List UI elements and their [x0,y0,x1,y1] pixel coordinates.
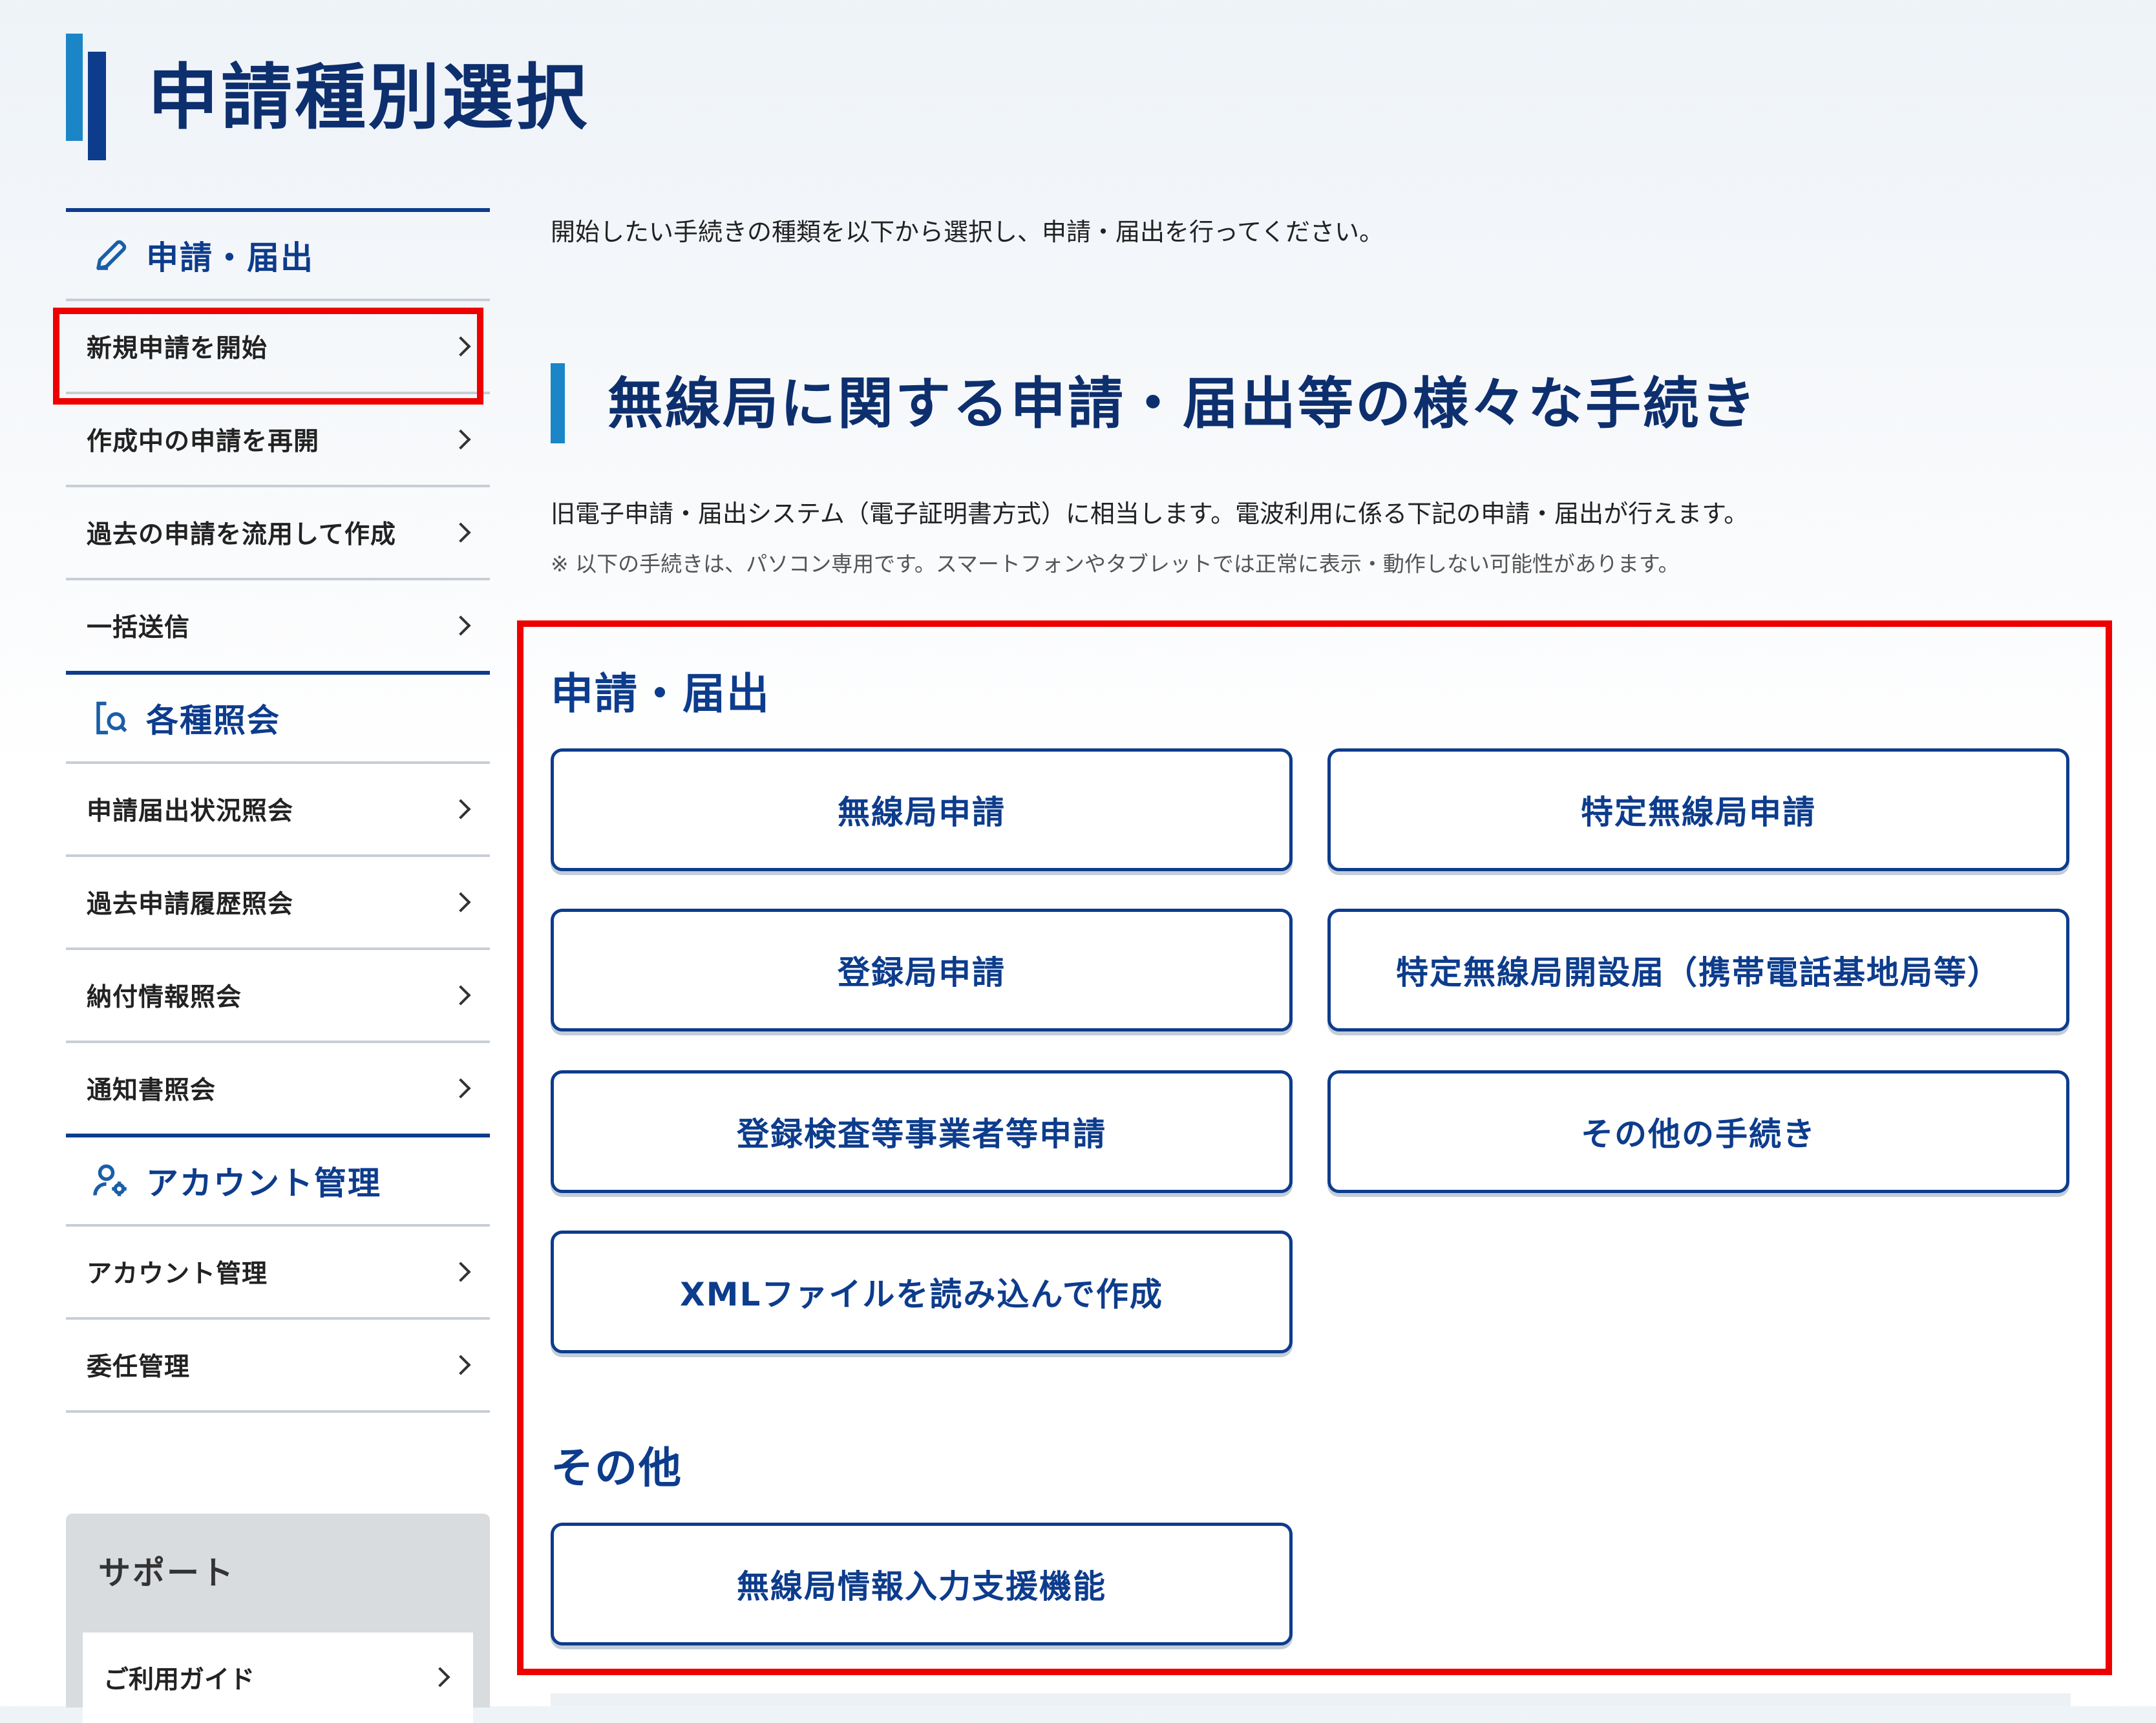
user-gear-icon [93,1164,127,1196]
chevron-right-icon [450,429,471,450]
sidebar-section-label: 申請・届出 [146,239,314,277]
sidebar-item-status-inquiry[interactable]: 申請届出状況照会 [66,761,490,854]
sidebar-item-label: 作成中の申請を再開 [87,427,320,456]
sidebar-section-label: 各種照会 [146,702,280,739]
section-heading: 無線局に関する申請・届出等の様々な手続き [608,372,1758,436]
pencil-icon [96,240,127,270]
highlight-box-new-application [53,308,483,405]
chevron-right-icon [450,1262,471,1282]
sidebar-item-label: 申請届出状況照会 [87,797,294,826]
document-search-icon [96,701,127,735]
chevron-right-icon [450,892,471,913]
pc-only-note: ※ 以下の手続きは、パソコン専用です。スマートフォンやタブレットでは正常に表示・… [551,551,1680,576]
sidebar-item-label: 過去の申請を流用して作成 [87,520,396,549]
page-title: 申請種別選択 [147,56,589,139]
sidebar-item-notice-inquiry[interactable]: 通知書照会 [66,1041,490,1134]
support-title: サポート [98,1554,235,1592]
title-accent-bar [66,34,83,141]
sidebar-item-label: ご利用ガイド [103,1665,255,1695]
chevron-right-icon [450,799,471,819]
sidebar-item-user-guide[interactable]: ご利用ガイド [83,1633,473,1723]
title-accent-bar-dark [88,52,106,160]
bottom-divider [551,1693,2071,1706]
heading-accent-bar [551,363,565,443]
intro-text: 開始したい手続きの種類を以下から選択し、申請・届出を行ってください。 [551,218,1384,246]
chevron-right-icon [430,1667,450,1687]
sidebar-item-label: 納付情報照会 [87,983,242,1012]
section-description: 旧電子申請・届出システム（電子証明書方式）に相当します。電波利用に係る下記の申請… [551,500,1749,528]
support-panel: サポート ご利用ガイド [66,1514,490,1723]
sidebar-section-inquiry: 各種照会 [66,671,490,761]
sidebar-item-account-management[interactable]: アカウント管理 [66,1224,490,1317]
sidebar-item-label: アカウント管理 [87,1260,268,1289]
chevron-right-icon [450,1078,471,1099]
sidebar-item-history-inquiry[interactable]: 過去申請履歴照会 [66,854,490,947]
sidebar-section-account: アカウント管理 [66,1134,490,1224]
chevron-right-icon [450,985,471,1006]
chevron-right-icon [450,615,471,636]
sidebar-item-label: 委任管理 [87,1353,191,1382]
sidebar-item-batch-send[interactable]: 一括送信 [66,578,490,671]
sidebar-section-application: 申請・届出 [66,208,490,299]
sidebar-divider [66,1410,490,1413]
chevron-right-icon [450,1355,471,1375]
sidebar-item-label: 一括送信 [87,613,191,642]
sidebar-item-resume-draft[interactable]: 作成中の申請を再開 [66,392,490,485]
sidebar-section-label: アカウント管理 [146,1165,381,1202]
sidebar-item-delegation[interactable]: 委任管理 [66,1317,490,1410]
sidebar-item-payment-inquiry[interactable]: 納付情報照会 [66,947,490,1041]
highlight-box-procedures [517,620,2112,1675]
sidebar-item-label: 通知書照会 [87,1076,217,1105]
chevron-right-icon [450,522,471,543]
sidebar-item-label: 過去申請履歴照会 [87,890,294,919]
sidebar-item-reuse-past[interactable]: 過去の申請を流用して作成 [66,485,490,578]
